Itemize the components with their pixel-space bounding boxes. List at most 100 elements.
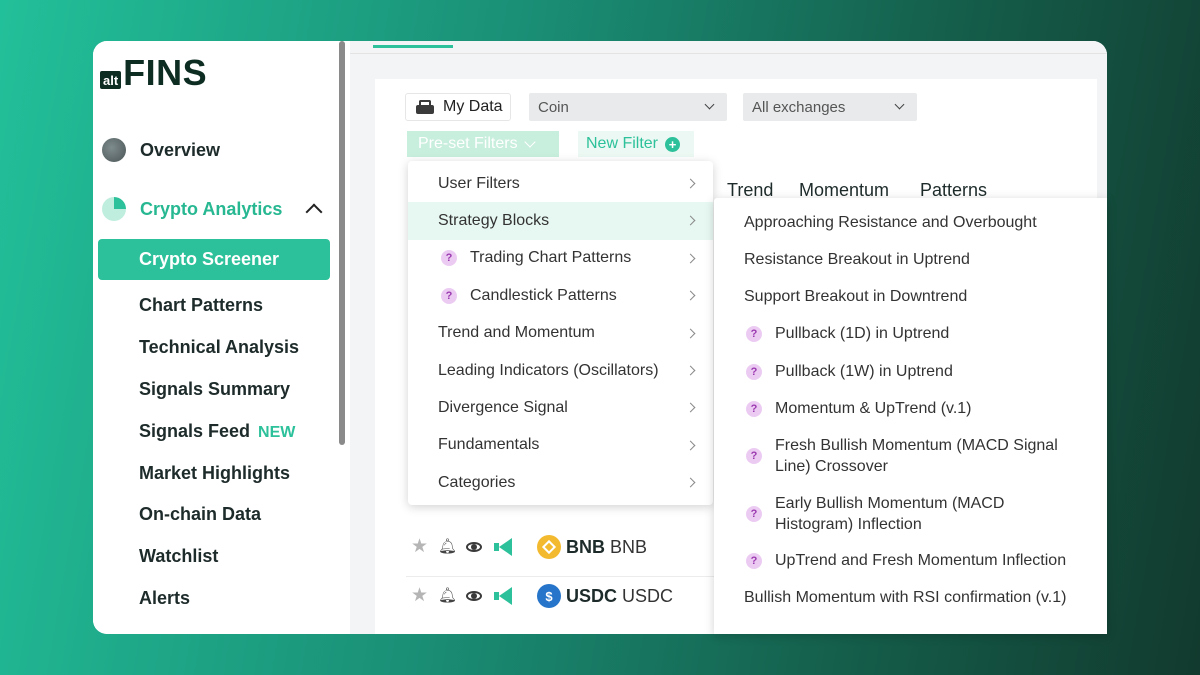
chevron-down-icon: [704, 99, 715, 110]
coin-select-value: Coin: [538, 98, 569, 116]
coin-symbol[interactable]: USDC: [566, 586, 617, 607]
eye-icon[interactable]: [465, 538, 483, 556]
chevron-right-icon: [685, 290, 696, 301]
strategy-item-label: Approaching Resistance and Overbought: [744, 214, 1037, 231]
bell-icon[interactable]: 🔔︎: [438, 538, 457, 556]
strategy-item[interactable]: ? Momentum & UpTrend (v.1): [744, 398, 1084, 419]
new-filter-label: New Filter: [586, 135, 659, 152]
chevron-right-icon: [685, 215, 696, 226]
sidebar-item-watchlist[interactable]: Watchlist: [139, 544, 218, 568]
sidebar-item-label: On-chain Data: [139, 504, 262, 524]
strategy-item-label: Momentum & UpTrend (v.1): [775, 400, 972, 417]
help-icon[interactable]: ?: [746, 448, 762, 464]
active-tab-indicator: [373, 45, 453, 48]
chevron-right-icon: [685, 365, 696, 376]
chevron-right-icon: [685, 440, 696, 451]
table-row[interactable]: ★ 🔔︎ $ USDC USDC: [411, 582, 673, 610]
strategy-item-label: UpTrend and Fresh Momentum Inflection: [775, 552, 1067, 569]
preset-filters-button[interactable]: Pre-set Filters: [407, 131, 559, 157]
strategy-item[interactable]: ? UpTrend and Fresh Momentum Inflection: [744, 550, 1084, 571]
altfins-logo[interactable]: alt FINS: [100, 55, 207, 91]
sidebar-scrollbar[interactable]: [339, 41, 345, 445]
exchange-select[interactable]: All exchanges: [743, 93, 917, 121]
chevron-right-icon: [685, 402, 696, 413]
new-filter-button[interactable]: New Filter +: [578, 131, 694, 157]
divider: [350, 53, 1107, 54]
menu-item-categories[interactable]: Categories: [408, 464, 713, 501]
menu-item-strategy-blocks[interactable]: Strategy Blocks: [408, 202, 713, 240]
sidebar-item-signals-feed[interactable]: Signals Feed NEW: [139, 419, 295, 443]
chevron-down-icon: [523, 136, 536, 148]
strategy-item-label: Fresh Bullish Momentum (MACD Signal Line…: [775, 437, 1058, 475]
menu-item-trading-chart-patterns[interactable]: ? Trading Chart Patterns: [408, 240, 713, 277]
strategy-item[interactable]: ? Fresh Bullish Momentum (MACD Signal Lin…: [744, 435, 1084, 477]
help-icon[interactable]: ?: [746, 325, 762, 342]
help-icon[interactable]: ?: [441, 287, 457, 304]
megaphone-icon[interactable]: [492, 587, 512, 605]
strategy-item[interactable]: Resistance Breakout in Uptrend: [744, 249, 1084, 270]
exchange-select-value: All exchanges: [752, 98, 846, 116]
help-icon[interactable]: ?: [441, 250, 457, 267]
strategy-item[interactable]: ? Pullback (1D) in Uptrend: [744, 323, 1084, 344]
bell-icon[interactable]: 🔔︎: [438, 587, 457, 605]
bnb-logo-icon: [537, 535, 561, 559]
sidebar-item-overview[interactable]: Overview: [102, 135, 220, 165]
menu-item-user-filters[interactable]: User Filters: [408, 165, 713, 202]
logo-alt-text: alt: [100, 71, 122, 89]
sidebar-item-crypto-analytics[interactable]: Crypto Analytics: [102, 194, 332, 224]
menu-item-label: Fundamentals: [438, 436, 540, 454]
table-row[interactable]: ★ 🔔︎ BNB BNB: [411, 533, 647, 561]
menu-item-label: Trading Chart Patterns: [470, 249, 632, 267]
strategy-item-label: Early Bullish Momentum (MACD Histogram) …: [775, 495, 1005, 533]
strategy-item[interactable]: ? Pullback (1W) in Uptrend: [744, 361, 1084, 382]
sidebar-item-on-chain-data[interactable]: On-chain Data: [139, 502, 261, 526]
menu-item-divergence-signal[interactable]: Divergence Signal: [408, 389, 713, 426]
menu-item-candlestick-patterns[interactable]: ? Candlestick Patterns: [408, 277, 713, 314]
sidebar-item-crypto-screener[interactable]: Crypto Screener: [98, 239, 330, 280]
menu-item-label: Leading Indicators (Oscillators): [438, 361, 659, 379]
chevron-right-icon: [685, 328, 696, 339]
coin-select[interactable]: Coin: [529, 93, 727, 121]
preset-filters-label: Pre-set Filters: [418, 135, 518, 152]
menu-item-leading-indicators-oscillators[interactable]: Leading Indicators (Oscillators): [408, 352, 713, 389]
sidebar-item-label: Signals Feed: [139, 421, 251, 441]
menu-item-trend-and-momentum[interactable]: Trend and Momentum: [408, 315, 713, 352]
sidebar-item-technical-analysis[interactable]: Technical Analysis: [139, 335, 299, 359]
sidebar: alt FINS Overview Crypto Analytics Crypt…: [93, 41, 338, 634]
chevron-down-icon: [894, 99, 905, 110]
strategy-item[interactable]: Bullish Momentum with RSI confirmation (…: [744, 587, 1084, 608]
pie-chart-icon: [102, 197, 126, 221]
strategy-item[interactable]: Approaching Resistance and Overbought: [744, 212, 1084, 233]
plus-icon: +: [665, 136, 681, 152]
help-icon[interactable]: ?: [746, 400, 762, 417]
menu-item-fundamentals[interactable]: Fundamentals: [408, 427, 713, 464]
strategy-item-label: Support Breakout in Downtrend: [744, 288, 968, 305]
strategy-item[interactable]: ? Early Bullish Momentum (MACD Histogram)…: [744, 493, 1084, 535]
menu-item-label: User Filters: [438, 174, 520, 192]
help-icon[interactable]: ?: [746, 506, 762, 522]
help-icon[interactable]: ?: [746, 552, 762, 569]
sidebar-item-label: Alerts: [139, 588, 191, 608]
megaphone-icon[interactable]: [492, 538, 512, 556]
coin-symbol[interactable]: BNB: [566, 537, 605, 558]
star-icon[interactable]: ★: [411, 586, 429, 605]
strategy-item-label: Resistance Breakout in Uptrend: [744, 251, 970, 268]
eye-icon[interactable]: [465, 587, 483, 605]
preset-filters-menu: User Filters Strategy Blocks? Trading Char…: [408, 161, 713, 505]
sidebar-item-chart-patterns[interactable]: Chart Patterns: [139, 293, 263, 317]
strategy-item-label: Pullback (1D) in Uptrend: [775, 325, 950, 342]
strategy-item[interactable]: Support Breakout in Downtrend: [744, 286, 1084, 307]
sidebar-item-alerts[interactable]: Alerts: [139, 586, 190, 610]
chevron-right-icon: [685, 178, 696, 189]
menu-item-label: Trend and Momentum: [438, 324, 595, 342]
coin-name: USDC: [622, 585, 674, 606]
star-icon[interactable]: ★: [411, 537, 429, 556]
sidebar-item-label: Technical Analysis: [139, 337, 300, 357]
sidebar-item-market-highlights[interactable]: Market Highlights: [139, 461, 290, 485]
menu-item-label: Strategy Blocks: [438, 212, 550, 230]
my-data-button[interactable]: My Data: [405, 93, 511, 121]
sidebar-item-label: Market Highlights: [139, 463, 291, 483]
sidebar-item-signals-summary[interactable]: Signals Summary: [139, 377, 290, 401]
help-icon[interactable]: ?: [746, 363, 762, 380]
my-data-label: My Data: [443, 98, 503, 115]
